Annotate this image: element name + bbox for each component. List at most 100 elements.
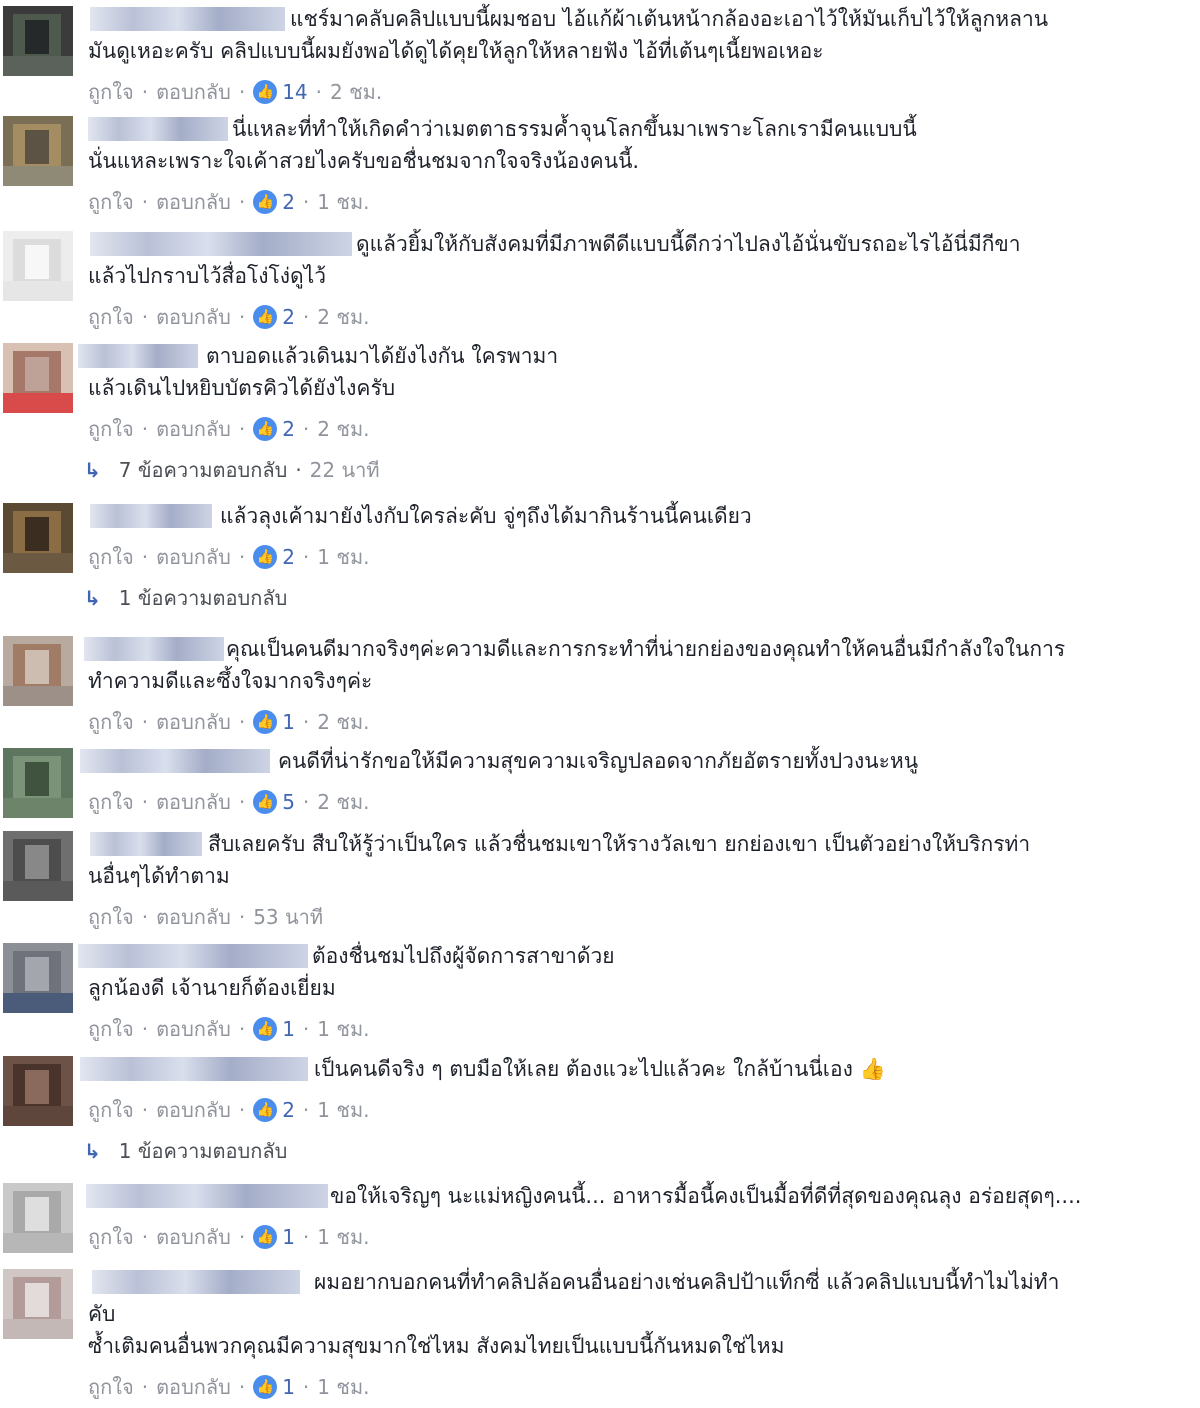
separator-dot: ·: [238, 1224, 246, 1249]
avatar[interactable]: [3, 343, 73, 413]
avatar[interactable]: [3, 748, 73, 818]
comment-text-line: ต้องชื่นชมไปถึงผู้จัดการสาขาด้วย: [312, 944, 615, 968]
commenter-name-blurred[interactable]: [88, 117, 228, 141]
avatar[interactable]: [3, 831, 73, 901]
comment-time[interactable]: 2 ชม.: [330, 79, 382, 105]
reply-link[interactable]: ตอบกลับ: [156, 416, 231, 442]
commenter-name-blurred[interactable]: [92, 1270, 300, 1294]
commenter-name-blurred[interactable]: [86, 1184, 328, 1208]
avatar[interactable]: [3, 116, 73, 186]
comment-time[interactable]: 2 ชม.: [317, 416, 369, 442]
comment-text-line: คนดีที่น่ารักขอให้มีความสุขความเจริญปลอด…: [278, 749, 919, 773]
avatar[interactable]: [3, 1056, 73, 1126]
separator-dot: ·: [238, 79, 246, 104]
thumbs-up-icon: 👍: [253, 544, 278, 569]
like-count[interactable]: 1: [282, 1016, 295, 1042]
like-count[interactable]: 1: [282, 1224, 295, 1250]
replies-count-label[interactable]: 1 ข้อความตอบกลับ: [119, 586, 288, 610]
like-count[interactable]: 2: [282, 189, 295, 215]
like-link[interactable]: ถูกใจ: [88, 544, 134, 570]
like-count[interactable]: 1: [282, 1374, 295, 1400]
avatar[interactable]: [3, 943, 73, 1013]
reply-link[interactable]: ตอบกลับ: [156, 189, 231, 215]
like-count[interactable]: 2: [282, 544, 295, 570]
reply-link[interactable]: ตอบกลับ: [156, 1224, 231, 1250]
like-link[interactable]: ถูกใจ: [88, 79, 134, 105]
commenter-name-blurred[interactable]: [90, 232, 352, 256]
commenter-name-blurred[interactable]: [84, 637, 224, 661]
like-link[interactable]: ถูกใจ: [88, 304, 134, 330]
reply-link[interactable]: ตอบกลับ: [156, 904, 231, 930]
comment-text-line: นี่แหละที่ทำให้เกิดคำว่าเมตตาธรรมค้ำจุนโ…: [232, 117, 917, 141]
comment-time[interactable]: 2 ชม.: [317, 789, 369, 815]
avatar[interactable]: [3, 636, 73, 706]
comment-time[interactable]: 2 ชม.: [317, 304, 369, 330]
like-count[interactable]: 1: [282, 709, 295, 735]
comment-text-line: แล้วไปกราบไว้สื่อโง่โง่ดูไว้: [88, 264, 327, 288]
avatar-pixel-block: [3, 686, 73, 706]
reply-link[interactable]: ตอบกลับ: [156, 789, 231, 815]
comment-time[interactable]: 1 ชม.: [317, 544, 369, 570]
commenter-name-blurred[interactable]: [80, 749, 270, 773]
like-count[interactable]: 2: [282, 304, 295, 330]
avatar[interactable]: [3, 1269, 73, 1339]
like-link[interactable]: ถูกใจ: [88, 416, 134, 442]
separator-dot: ·: [141, 1224, 149, 1249]
view-replies-link[interactable]: ↳ 7 ข้อความตอบกลับ · 22 นาที: [84, 456, 380, 484]
like-link[interactable]: ถูกใจ: [88, 1224, 134, 1250]
avatar-pixel-block: [3, 1319, 73, 1339]
view-replies-link[interactable]: ↳ 1 ข้อความตอบกลับ: [84, 584, 287, 612]
commenter-name-blurred[interactable]: [80, 1057, 308, 1081]
commenter-name-blurred[interactable]: [78, 944, 308, 968]
avatar[interactable]: [3, 6, 73, 76]
comment-text-line: ตาบอดแล้วเดินมาได้ยังไงกัน ใครพามา: [206, 344, 559, 368]
like-link[interactable]: ถูกใจ: [88, 789, 134, 815]
like-link[interactable]: ถูกใจ: [88, 1097, 134, 1123]
separator-dot: ·: [238, 304, 246, 329]
replies-count-label[interactable]: 1 ข้อความตอบกลับ: [119, 1139, 288, 1163]
separator-dot: ·: [141, 304, 149, 329]
like-count[interactable]: 2: [282, 416, 295, 442]
separator-dot: ·: [238, 789, 246, 814]
reply-link[interactable]: ตอบกลับ: [156, 304, 231, 330]
avatar[interactable]: [3, 231, 73, 301]
comment-time[interactable]: 1 ชม.: [317, 1097, 369, 1123]
like-link[interactable]: ถูกใจ: [88, 189, 134, 215]
separator-dot: ·: [141, 1374, 149, 1399]
avatar[interactable]: [3, 503, 73, 573]
thumbs-up-icon: 👍: [253, 709, 278, 734]
reply-link[interactable]: ตอบกลับ: [156, 79, 231, 105]
commenter-name-blurred[interactable]: [90, 504, 212, 528]
comment-time[interactable]: 53 นาที: [253, 904, 323, 930]
separator-dot: ·: [238, 1097, 246, 1122]
reply-link[interactable]: ตอบกลับ: [156, 1374, 231, 1400]
view-replies-link[interactable]: ↳ 1 ข้อความตอบกลับ: [84, 1137, 287, 1165]
avatar-pixel-block: [3, 166, 73, 186]
comment-time[interactable]: 1 ชม.: [317, 1374, 369, 1400]
avatar-pixel-block: [25, 957, 49, 991]
reply-link[interactable]: ตอบกลับ: [156, 544, 231, 570]
avatar[interactable]: [3, 1183, 73, 1253]
comment-time[interactable]: 2 ชม.: [317, 709, 369, 735]
like-link[interactable]: ถูกใจ: [88, 904, 134, 930]
comment-time[interactable]: 1 ชม.: [317, 189, 369, 215]
like-link[interactable]: ถูกใจ: [88, 709, 134, 735]
avatar-pixel-block: [3, 1233, 73, 1253]
commenter-name-blurred[interactable]: [78, 344, 198, 368]
comment-text-line: แล้วเดินไปหยิบบัตรคิวได้ยังไงครับ: [88, 376, 396, 400]
separator-dot: ·: [141, 189, 149, 214]
like-count[interactable]: 5: [282, 789, 295, 815]
commenter-name-blurred[interactable]: [90, 832, 202, 856]
reply-link[interactable]: ตอบกลับ: [156, 709, 231, 735]
reply-link[interactable]: ตอบกลับ: [156, 1097, 231, 1123]
like-link[interactable]: ถูกใจ: [88, 1374, 134, 1400]
comment-time[interactable]: 1 ชม.: [317, 1016, 369, 1042]
comment-time[interactable]: 1 ชม.: [317, 1224, 369, 1250]
replies-count-label[interactable]: 7 ข้อความตอบกลับ: [119, 458, 288, 482]
reply-link[interactable]: ตอบกลับ: [156, 1016, 231, 1042]
like-link[interactable]: ถูกใจ: [88, 1016, 134, 1042]
commenter-name-blurred[interactable]: [90, 7, 285, 31]
like-count[interactable]: 14: [282, 79, 307, 105]
like-count[interactable]: 2: [282, 1097, 295, 1123]
comment-actions: ถูกใจ · ตอบกลับ · 👍 2 · 1 ชม.: [88, 187, 369, 215]
